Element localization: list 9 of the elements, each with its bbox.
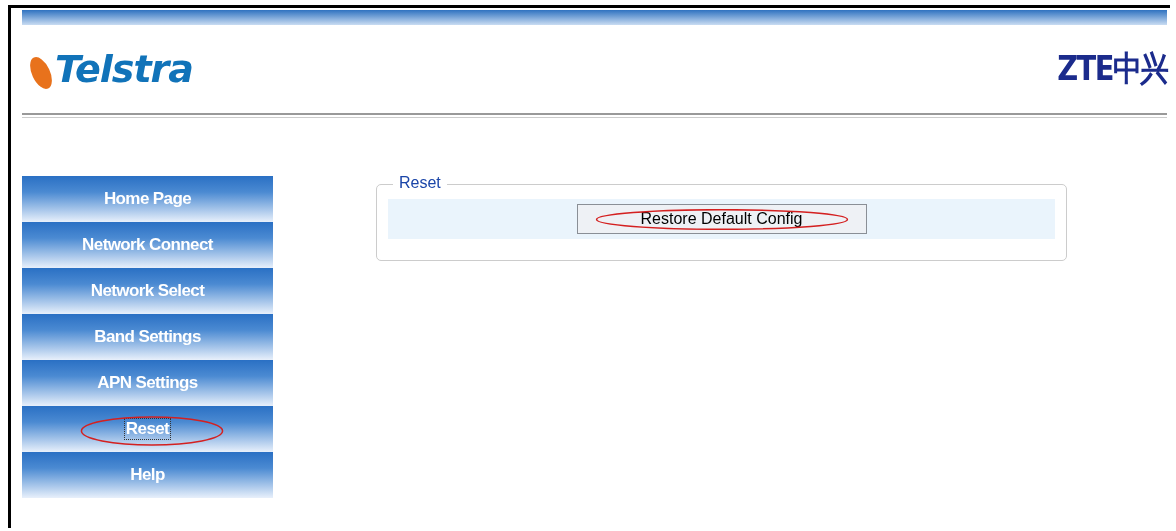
- restore-default-button[interactable]: Restore Default Config: [576, 204, 867, 234]
- nav-menu-item[interactable]: Home Page: [102, 189, 193, 209]
- nav-menu-item[interactable]: APN Settings: [96, 373, 199, 393]
- nav-menu-item[interactable]: Band Settings: [93, 327, 202, 347]
- nav-menu-item[interactable]: Network Connect: [81, 235, 214, 255]
- brand-logo: Telstra: [55, 47, 193, 91]
- nav-menu-item[interactable]: Network Select: [89, 281, 206, 301]
- nav-menu-item[interactable]: Help: [129, 465, 166, 485]
- maker-logo: ZTE中兴: [1057, 47, 1167, 90]
